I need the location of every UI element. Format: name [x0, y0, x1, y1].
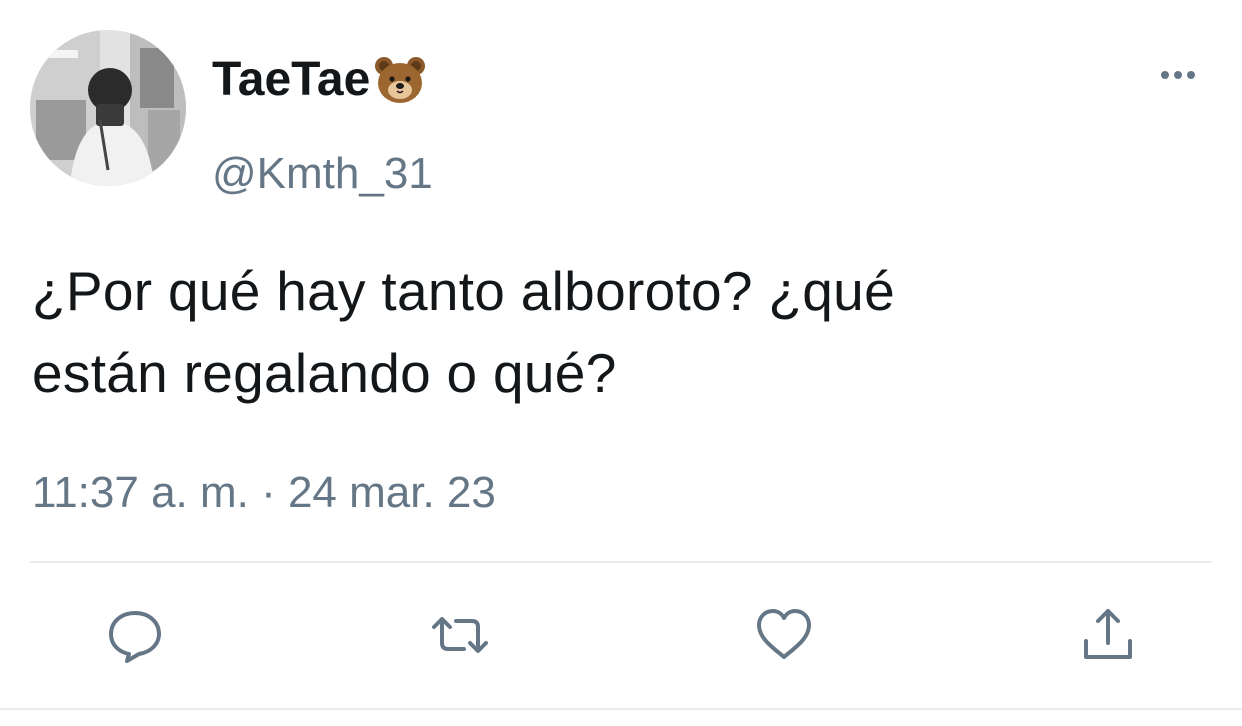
share-button[interactable]	[1078, 605, 1138, 665]
user-handle[interactable]: @Kmth_31	[212, 146, 433, 202]
comment-icon	[109, 611, 161, 663]
avatar[interactable]	[30, 30, 186, 186]
retweet-icon	[432, 617, 488, 653]
tweet-text-line-2: están regalando o qué?	[32, 342, 617, 404]
retweet-button[interactable]	[428, 605, 488, 665]
bear-face-icon	[372, 52, 428, 108]
divider	[30, 561, 1212, 563]
more-dots-icon	[1161, 71, 1195, 79]
tweet-card: TaeTae @Kmth_31 ¿Por qué hay tanto albor…	[0, 0, 1242, 726]
tweet-timestamp[interactable]: 11:37 a. m. · 24 mar. 23	[32, 465, 496, 521]
like-button[interactable]	[754, 605, 814, 665]
more-options-button[interactable]	[1156, 60, 1202, 90]
avatar-photo	[30, 30, 186, 186]
share-icon	[1084, 609, 1132, 659]
heart-icon	[757, 609, 811, 659]
display-name[interactable]: TaeTae	[212, 50, 428, 110]
reply-button[interactable]	[105, 605, 165, 665]
tweet-text: ¿Por qué hay tanto alboroto? ¿qué están …	[32, 250, 1222, 414]
bottom-divider	[0, 708, 1242, 710]
display-name-text: TaeTae	[212, 53, 371, 106]
tweet-text-line-1: ¿Por qué hay tanto alboroto? ¿qué	[32, 260, 895, 322]
